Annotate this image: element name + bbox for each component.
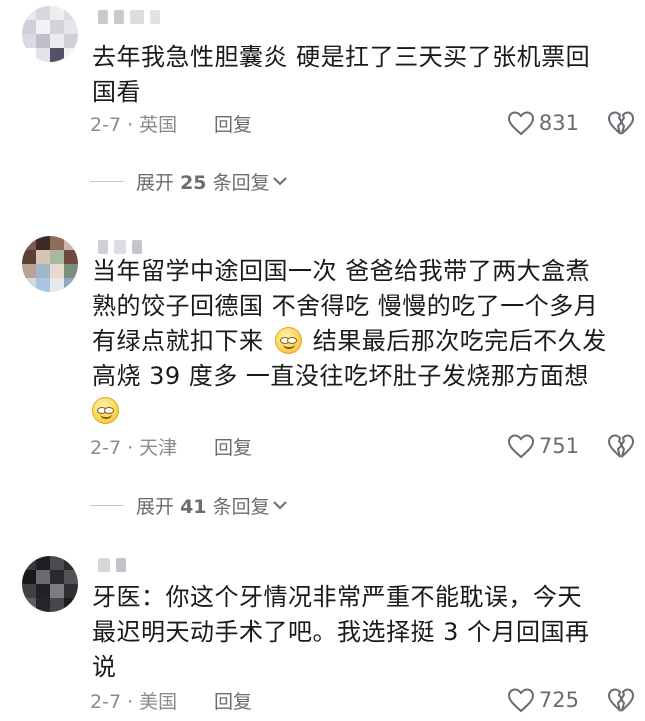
text-segment: 有绿点就扣下来 [92, 327, 264, 355]
comment-text: 当年留学中途回国一次 爸爸给我带了两大盒煮 熟的饺子回德国 不舍得吃 慢慢的吃了… [92, 254, 632, 429]
expand-suffix: 条回复 [212, 171, 270, 194]
reply-count: 41 [180, 495, 207, 518]
divider [90, 180, 124, 182]
comment-text: 去年我急性胆囊炎 硬是扛了三天买了张机票回 国看 [92, 40, 632, 110]
dislike-button[interactable] [607, 110, 635, 136]
avatar[interactable] [22, 6, 78, 62]
expand-replies-button[interactable]: 展开 25 条回复 [90, 168, 288, 194]
broken-heart-icon [608, 434, 634, 458]
broken-heart-icon [608, 111, 634, 135]
expand-label: 展开 [136, 171, 175, 194]
expand-label: 展开 [136, 495, 175, 518]
reply-button[interactable]: 回复 [214, 433, 252, 460]
like-count: 831 [538, 111, 579, 135]
comment-text: 牙医：你这个牙情况非常严重不能耽误，今天 最迟明天动手术了吧。我选择挺 3 个月… [92, 580, 632, 685]
date-location: 2-7 · 天津 [90, 436, 178, 459]
avatar[interactable] [22, 556, 78, 612]
divider [90, 504, 124, 506]
heart-outline-icon [507, 688, 534, 713]
dislike-button[interactable] [607, 687, 635, 713]
text-line: 熟的饺子回德国 不舍得吃 慢慢的吃了一个多月 [92, 292, 599, 320]
comment-meta: 2-7 · 美国 回复 725 [90, 686, 635, 714]
comment-meta: 2-7 · 英国 回复 831 [90, 109, 635, 137]
avatar[interactable] [22, 236, 78, 292]
username[interactable] [98, 556, 126, 574]
text-line: 牙医：你这个牙情况非常严重不能耽误，今天 [92, 583, 582, 611]
heart-outline-icon [507, 434, 534, 459]
like-count: 751 [538, 434, 579, 458]
text-line: 说 [92, 653, 117, 681]
text-line: 有绿点就扣下来 结果最后那次吃完后不久发 [92, 324, 632, 359]
expand-replies-button[interactable]: 展开 41 条回复 [90, 492, 288, 518]
date-location: 2-7 · 美国 [90, 690, 178, 713]
username[interactable] [98, 8, 160, 26]
reply-count: 25 [180, 171, 207, 194]
text-line: 当年留学中途回国一次 爸爸给我带了两大盒煮 [92, 257, 591, 285]
dislike-button[interactable] [607, 433, 635, 459]
text-line: 高烧 39 度多 一直没往吃坏肚子发烧那方面想 [92, 362, 589, 390]
reply-button[interactable]: 回复 [214, 687, 252, 714]
like-button[interactable]: 725 [507, 687, 579, 713]
grinning-face-emoji [274, 327, 302, 354]
comment-meta: 2-7 · 天津 回复 751 [90, 432, 635, 460]
like-button[interactable]: 751 [507, 433, 579, 459]
reply-button[interactable]: 回复 [214, 110, 252, 137]
broken-heart-icon [608, 688, 634, 712]
date-location: 2-7 · 英国 [90, 113, 178, 136]
chevron-down-icon [272, 501, 287, 510]
text-line: 去年我急性胆囊炎 硬是扛了三天买了张机票回 [92, 43, 591, 71]
text-line: 最迟明天动手术了吧。我选择挺 3 个月回国再 [92, 618, 590, 646]
grinning-face-emoji [92, 397, 119, 424]
heart-outline-icon [507, 111, 534, 136]
expand-suffix: 条回复 [212, 495, 270, 518]
like-button[interactable]: 831 [507, 110, 579, 136]
text-line: 国看 [92, 78, 141, 106]
like-count: 725 [538, 688, 579, 712]
chevron-down-icon [272, 177, 287, 186]
text-segment: 结果最后那次吃完后不久发 [312, 327, 607, 355]
text-line [92, 394, 632, 429]
